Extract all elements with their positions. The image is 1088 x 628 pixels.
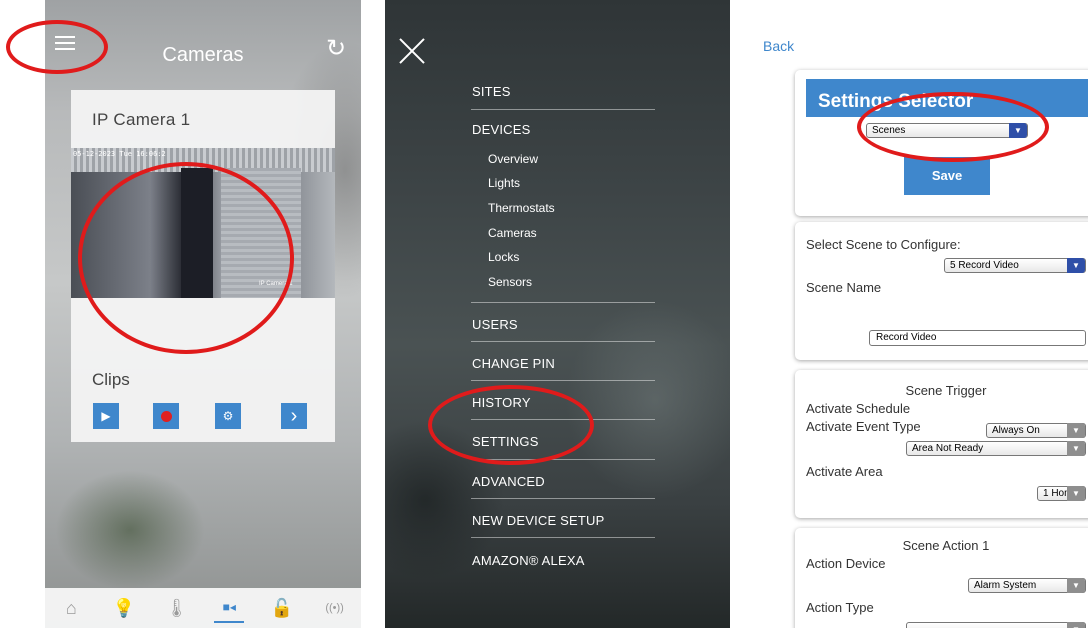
- action-device-dropdown[interactable]: Alarm System ▼: [968, 578, 1086, 593]
- scene-name-label: Scene Name: [806, 280, 882, 295]
- bottom-tab-bar: ⌂ 💡 🌡 ■◂ 🔓 ((•)): [45, 588, 361, 628]
- menu-item-advanced[interactable]: ADVANCED: [472, 474, 545, 489]
- chevron-down-icon: ▼: [1067, 423, 1085, 438]
- activate-event-type-label: Activate Event Type: [806, 419, 921, 434]
- activate-schedule-dropdown[interactable]: Always On ▼: [986, 423, 1086, 438]
- feed-wall-panel: [221, 168, 301, 298]
- chevron-down-icon: ▼: [1009, 123, 1027, 138]
- record-clip-button[interactable]: [153, 403, 179, 429]
- menu-item-locks[interactable]: Locks: [488, 250, 519, 264]
- divider: [471, 341, 655, 342]
- menu-item-new-device-setup[interactable]: NEW DEVICE SETUP: [472, 513, 605, 528]
- chevron-right-icon: ›: [290, 404, 298, 427]
- refresh-icon[interactable]: ↻: [326, 34, 346, 63]
- play-icon: ▶: [101, 409, 111, 423]
- select-scene-value: 5 Record Video: [950, 260, 1019, 271]
- clip-settings-button[interactable]: ⚙: [215, 403, 241, 429]
- save-button[interactable]: Save: [904, 157, 990, 195]
- action-type-label: Action Type: [806, 600, 874, 615]
- scene-action-heading: Scene Action 1: [902, 538, 990, 553]
- play-clip-button[interactable]: ▶: [93, 403, 119, 429]
- feed-camera-label: IP Camera 1: [259, 281, 293, 287]
- activate-schedule-value: Always On: [992, 425, 1040, 436]
- menu-item-settings[interactable]: SETTINGS: [472, 434, 539, 449]
- menu-item-users[interactable]: USERS: [472, 317, 518, 332]
- activate-event-type-dropdown[interactable]: Area Not Ready ▼: [906, 441, 1086, 456]
- home-icon[interactable]: ⌂: [56, 593, 86, 623]
- action-type-dropdown[interactable]: ▼: [906, 622, 1086, 628]
- background-blur: [565, 300, 730, 500]
- settings-selector-dropdown[interactable]: Scenes ▼: [866, 123, 1028, 138]
- next-clip-button[interactable]: ›: [281, 403, 307, 429]
- divider: [471, 419, 655, 420]
- menu-item-thermostats[interactable]: Thermostats: [488, 201, 555, 215]
- thermometer-icon[interactable]: 🌡: [162, 593, 192, 623]
- sensor-icon[interactable]: ((•)): [320, 593, 350, 623]
- page-title: Cameras: [162, 44, 244, 66]
- menu-item-history[interactable]: HISTORY: [472, 395, 531, 410]
- menu-item-amazon-alexa[interactable]: AMAZON® ALEXA: [472, 553, 585, 568]
- feed-door: [181, 168, 213, 298]
- menu-item-sites[interactable]: SITES: [472, 84, 511, 99]
- settings-selector-value: Scenes: [872, 125, 906, 136]
- cameras-screen: Cameras ↻ IP Camera 1 05-12-2023 Tue 16:…: [45, 0, 361, 628]
- camera-card: IP Camera 1 05-12-2023 Tue 16:06:2 IP Ca…: [71, 90, 335, 442]
- lock-icon[interactable]: 🔓: [267, 593, 297, 623]
- divider: [471, 459, 655, 460]
- scene-name-input[interactable]: Record Video: [869, 330, 1086, 346]
- action-device-value: Alarm System: [974, 580, 1037, 591]
- select-scene-dropdown[interactable]: 5 Record Video ▼: [944, 258, 1086, 273]
- divider: [471, 380, 655, 381]
- chevron-down-icon: ▼: [1067, 441, 1085, 456]
- background-bush: [55, 470, 205, 590]
- record-icon: [160, 410, 172, 422]
- scene-trigger-heading: Scene Trigger: [905, 383, 987, 398]
- menu-item-cameras[interactable]: Cameras: [488, 226, 537, 240]
- chevron-down-icon: ▼: [1067, 578, 1085, 593]
- chevron-down-icon: ▼: [1067, 622, 1085, 628]
- menu-item-sensors[interactable]: Sensors: [488, 275, 532, 289]
- lightbulb-icon[interactable]: 💡: [109, 593, 139, 623]
- camera-name: IP Camera 1: [92, 110, 191, 129]
- chevron-down-icon: ▼: [1067, 258, 1085, 273]
- activate-area-dropdown[interactable]: 1 Home ▼: [1037, 486, 1086, 501]
- feed-timestamp: 05-12-2023 Tue 16:06:2: [73, 150, 166, 158]
- menu-item-change-pin[interactable]: CHANGE PIN: [472, 356, 555, 371]
- camera-icon[interactable]: ■◂: [214, 593, 245, 623]
- camera-feed[interactable]: 05-12-2023 Tue 16:06:2 IP Camera 1: [71, 148, 335, 298]
- gear-icon: ⚙: [222, 409, 234, 423]
- menu-screen: SITES DEVICES Overview Lights Thermostat…: [385, 0, 730, 628]
- close-icon[interactable]: [395, 34, 429, 68]
- menu-item-lights[interactable]: Lights: [488, 176, 520, 190]
- divider: [471, 302, 655, 303]
- chevron-down-icon: ▼: [1067, 486, 1085, 501]
- action-device-label: Action Device: [806, 556, 886, 571]
- divider: [471, 498, 655, 499]
- select-scene-label: Select Scene to Configure:: [806, 237, 961, 252]
- activate-schedule-label: Activate Schedule: [806, 401, 911, 416]
- menu-item-overview[interactable]: Overview: [488, 152, 538, 166]
- settings-selector-title: Settings Selector: [806, 79, 1088, 117]
- activate-event-type-value: Area Not Ready: [912, 443, 984, 454]
- activate-area-label: Activate Area: [806, 464, 883, 479]
- divider: [471, 109, 655, 110]
- menu-item-devices[interactable]: DEVICES: [472, 122, 530, 137]
- divider: [471, 537, 655, 538]
- clips-label: Clips: [92, 370, 130, 389]
- back-link[interactable]: Back: [763, 38, 794, 54]
